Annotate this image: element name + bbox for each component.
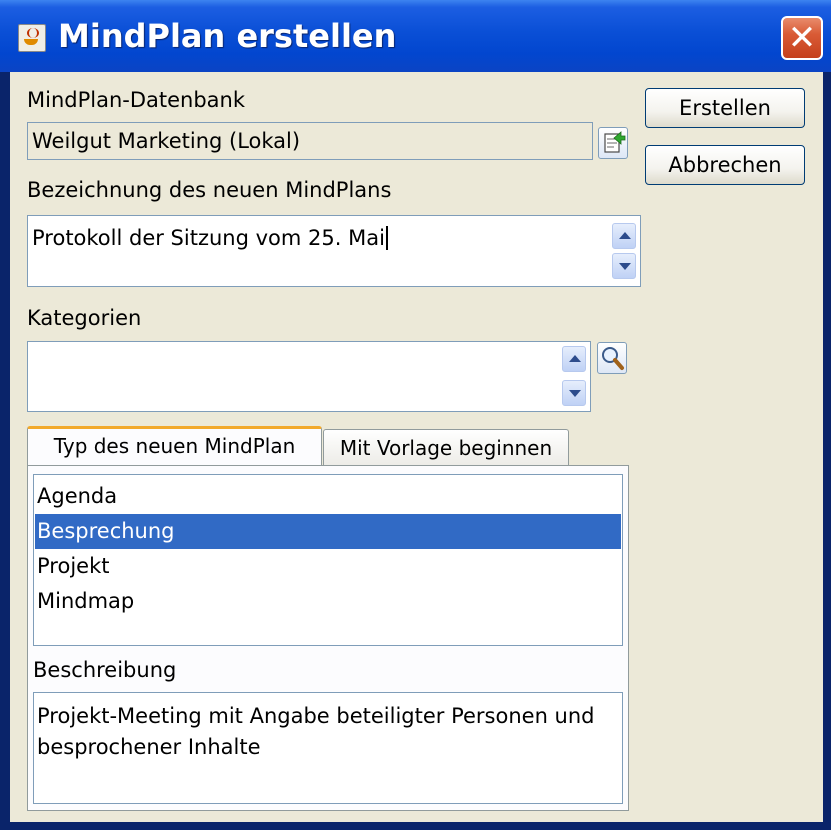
description-box: Projekt-Meeting mit Angabe beteiligter P…	[33, 692, 623, 804]
java-app-icon	[18, 24, 46, 52]
cancel-button[interactable]: Abbrechen	[645, 145, 805, 185]
tab-panel: Agenda Besprechung Projekt Mindmap Besch…	[27, 465, 629, 811]
select-database-button[interactable]	[598, 127, 628, 159]
database-value: Weilgut Marketing (Lokal)	[32, 129, 301, 153]
database-select-icon	[604, 131, 626, 153]
tab-new-mindplan-type[interactable]: Typ des neuen MindPlan	[27, 426, 322, 466]
database-label: MindPlan-Datenbank	[27, 88, 246, 112]
magnifier-icon	[602, 347, 624, 370]
name-scroll-up-icon[interactable]	[612, 223, 636, 249]
list-item[interactable]: Projekt	[35, 549, 621, 584]
dialog-content: MindPlan-Datenbank Weilgut Marketing (Lo…	[10, 72, 823, 822]
list-item[interactable]: Agenda	[35, 479, 621, 514]
description-text: Projekt-Meeting mit Angabe beteiligter P…	[37, 704, 595, 759]
categories-label: Kategorien	[27, 306, 142, 330]
close-button[interactable]: ✕	[781, 16, 823, 60]
type-list[interactable]: Agenda Besprechung Projekt Mindmap	[33, 474, 623, 646]
description-label: Beschreibung	[33, 658, 177, 682]
name-value: Protokoll der Sitzung vom 25. Mai	[32, 226, 385, 250]
window-title: MindPlan erstellen	[58, 17, 397, 55]
search-categories-button[interactable]	[597, 342, 627, 374]
create-button[interactable]: Erstellen	[645, 88, 805, 128]
text-caret	[385, 226, 388, 250]
database-field: Weilgut Marketing (Lokal)	[27, 122, 593, 160]
list-item-selected[interactable]: Besprechung	[35, 514, 621, 549]
categories-scroll-down-icon[interactable]	[562, 380, 586, 406]
tab-start-with-template[interactable]: Mit Vorlage beginnen	[323, 429, 569, 467]
dialog-window: MindPlan erstellen ✕ MindPlan-Datenbank …	[0, 0, 831, 830]
list-item[interactable]: Mindmap	[35, 584, 621, 619]
name-label: Bezeichnung des neuen MindPlans	[27, 178, 392, 202]
name-scroll-down-icon[interactable]	[612, 253, 636, 279]
name-textarea[interactable]: Protokoll der Sitzung vom 25. Mai	[27, 215, 641, 287]
categories-scroll-up-icon[interactable]	[562, 346, 586, 372]
categories-field[interactable]	[27, 341, 591, 412]
title-bar[interactable]: MindPlan erstellen ✕	[0, 0, 831, 72]
